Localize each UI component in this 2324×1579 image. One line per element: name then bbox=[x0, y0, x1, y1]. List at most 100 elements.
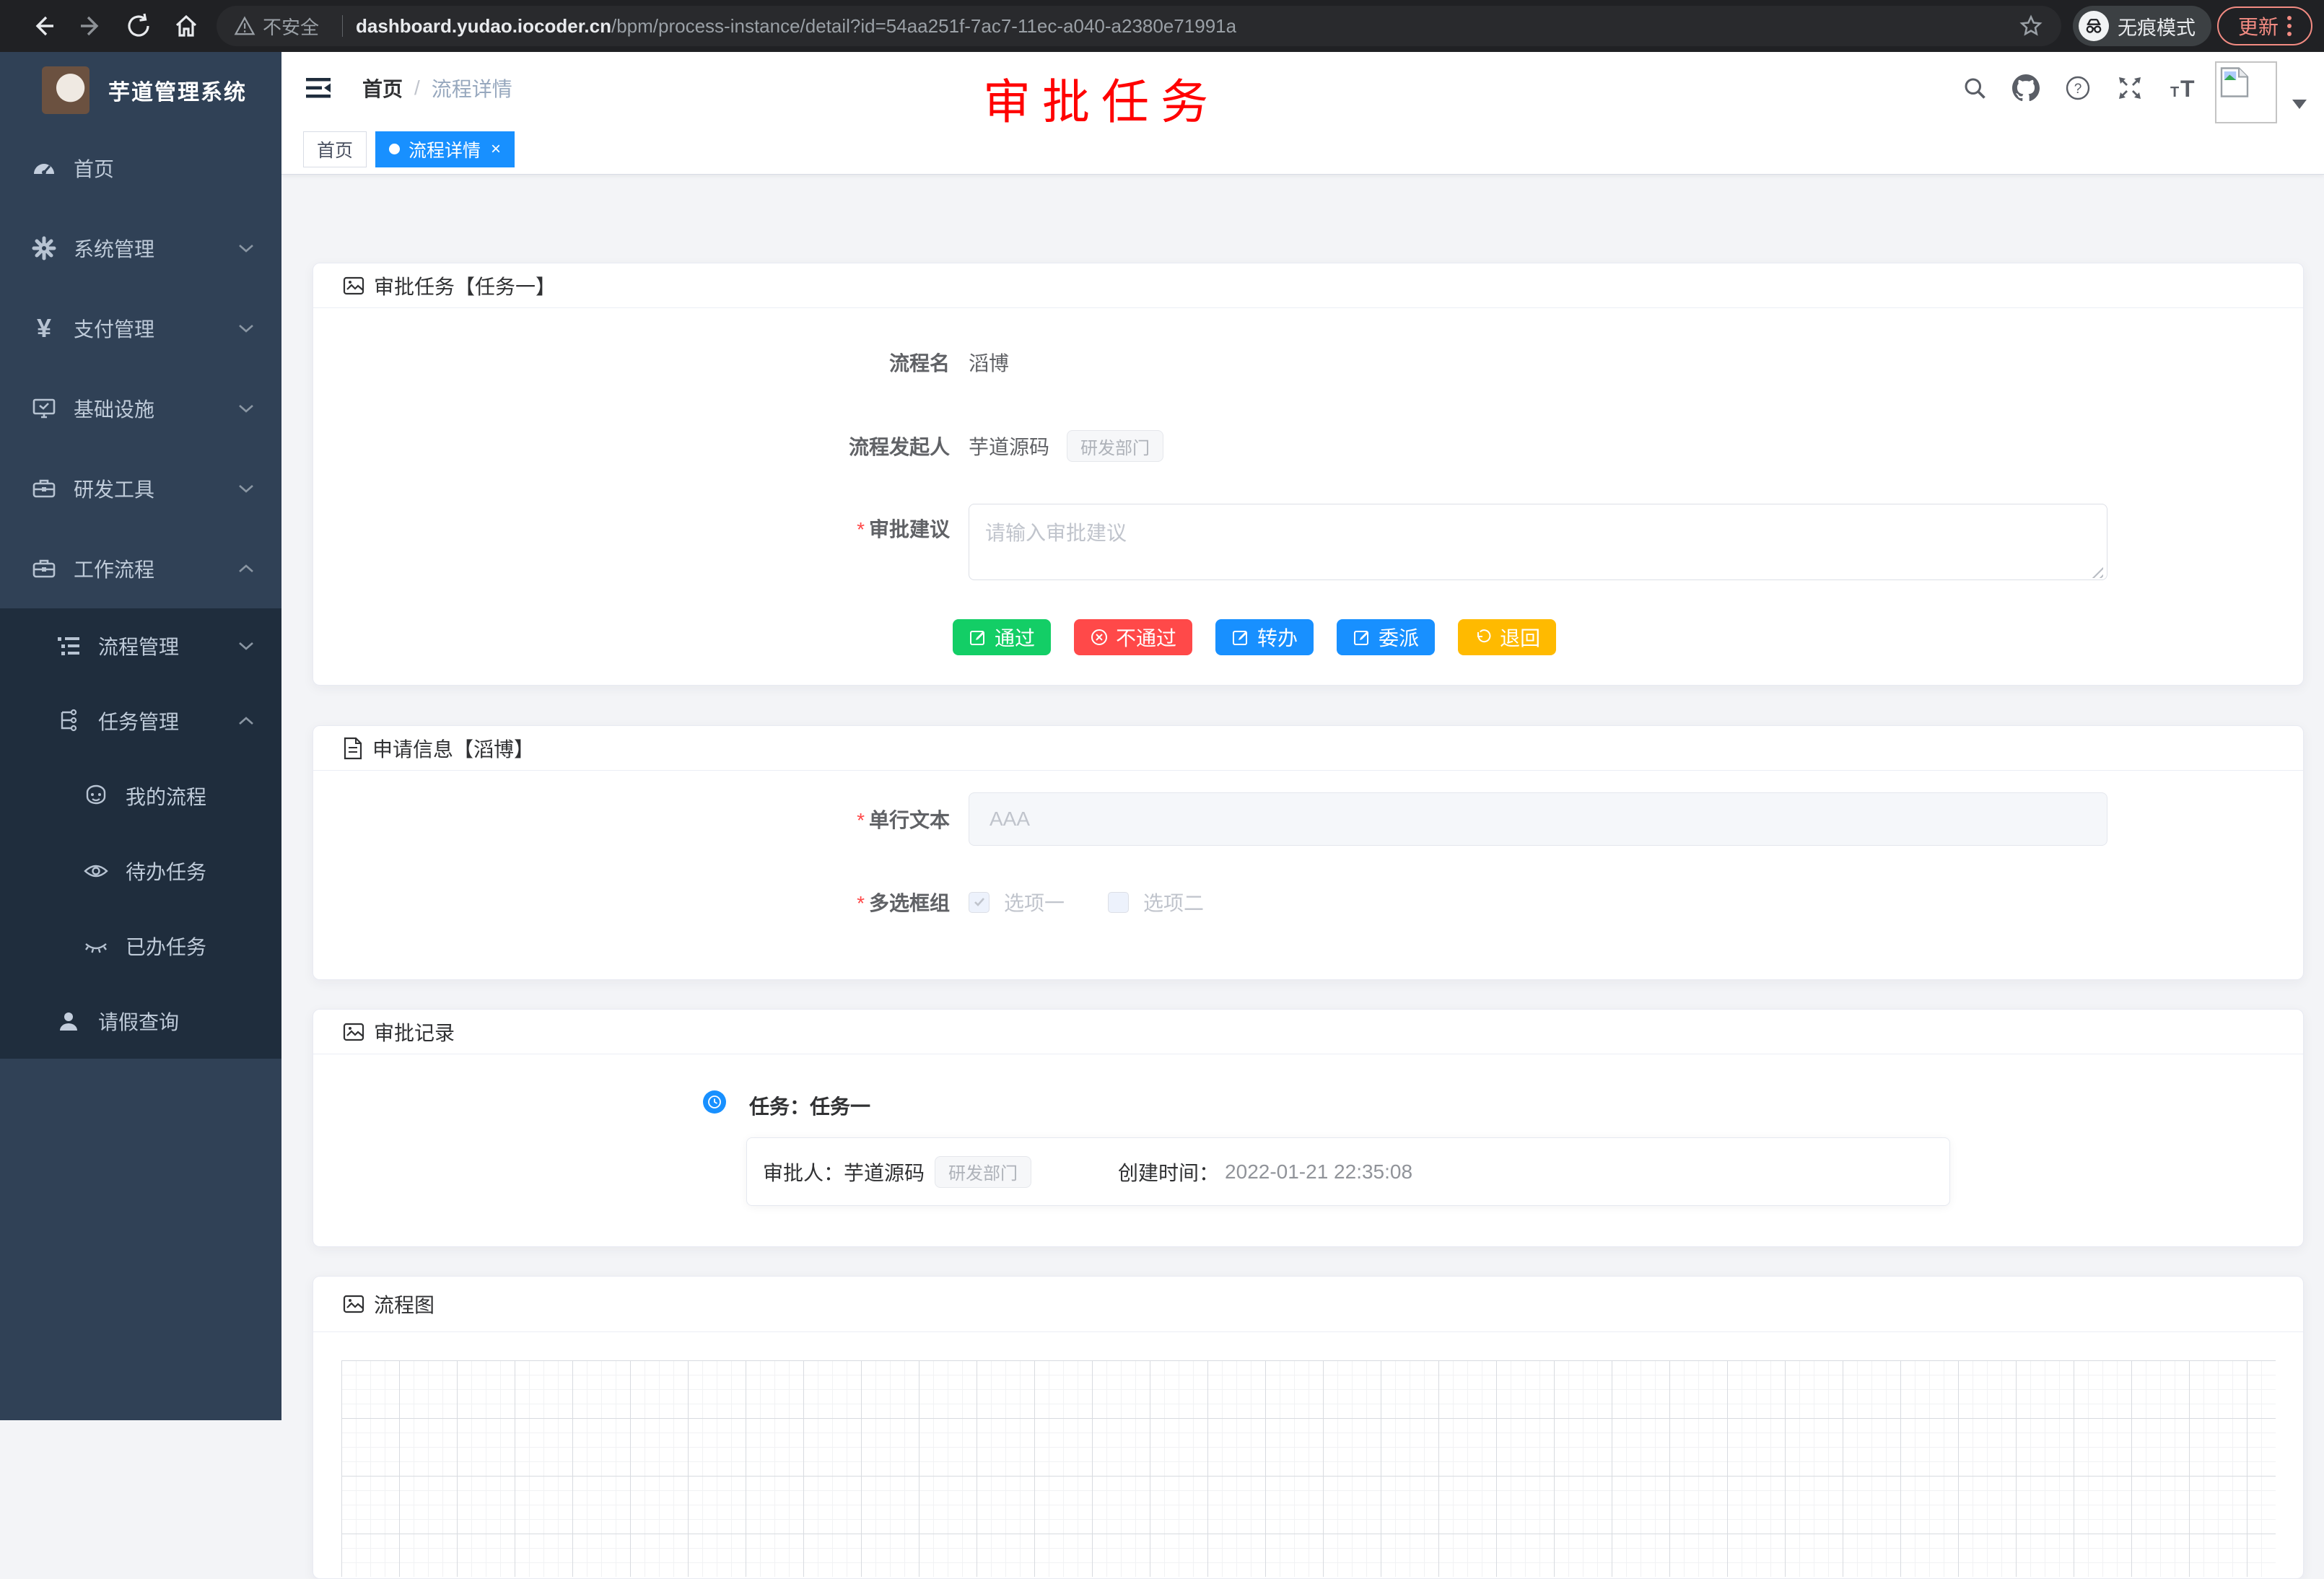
card-header: 审批记录 bbox=[313, 1010, 2303, 1054]
sidebar-item-label: 待办任务 bbox=[126, 857, 206, 885]
checkbox-checked-icon bbox=[969, 892, 990, 913]
address-bar[interactable]: 不安全 dashboard.yudao.iocoder.cn /bpm/proc… bbox=[217, 6, 2061, 46]
checkbox-group-label: 多选框组 bbox=[869, 892, 950, 914]
eye-open-icon bbox=[81, 858, 111, 884]
card-title: 流程图 bbox=[374, 1290, 434, 1318]
browser-toolbar: 不安全 dashboard.yudao.iocoder.cn /bpm/proc… bbox=[0, 0, 2324, 52]
browser-home-icon[interactable] bbox=[172, 12, 201, 40]
sidebar-item-home[interactable]: 首页 bbox=[0, 128, 281, 208]
record-detail-box: 审批人： 芋道源码 研发部门 创建时间： 2022-01-21 22:35:08 bbox=[746, 1137, 1950, 1206]
sidebar: 芋道管理系统 首页 系统管理 ¥ 支付管理 基础设施 研发工具 工作流程 流程管… bbox=[0, 52, 281, 1420]
document-icon bbox=[342, 737, 364, 760]
card-title: 审批任务【任务一】 bbox=[374, 271, 556, 300]
incognito-label: 无痕模式 bbox=[2118, 12, 2196, 40]
svg-text:?: ? bbox=[2074, 82, 2082, 97]
required-asterisk: * bbox=[857, 518, 865, 541]
card-header: 审批任务【任务一】 bbox=[313, 263, 2303, 308]
sidebar-item-label: 研发工具 bbox=[74, 474, 154, 503]
edit-icon bbox=[969, 628, 987, 647]
checkbox-option-label: 选项二 bbox=[1143, 888, 1204, 917]
card-header: 流程图 bbox=[313, 1277, 2303, 1332]
checkbox-unchecked-icon bbox=[1108, 892, 1129, 913]
comment-textarea-wrap bbox=[969, 504, 2107, 585]
broken-image-icon bbox=[2219, 66, 2250, 99]
browser-menu-icon[interactable] bbox=[2287, 16, 2292, 36]
github-icon[interactable] bbox=[2012, 74, 2040, 102]
checkbox-group-row: *多选框组 选项一 选项二 bbox=[313, 880, 2303, 924]
process-name-row: 流程名 滔博 bbox=[313, 337, 2303, 388]
chevron-up-icon bbox=[237, 714, 255, 727]
svg-text:T: T bbox=[2180, 76, 2195, 102]
sidebar-item-my-process[interactable]: 我的流程 bbox=[0, 758, 281, 834]
process-name-label: 流程名 bbox=[313, 348, 969, 377]
browser-forward-icon[interactable] bbox=[77, 12, 105, 40]
comment-textarea[interactable] bbox=[969, 504, 2107, 580]
created-label: 创建时间： bbox=[1118, 1158, 1219, 1186]
checkbox-option-label: 选项一 bbox=[1004, 888, 1065, 917]
comment-label-wrap: *审批建议 bbox=[313, 504, 969, 543]
bpmn-grid-canvas[interactable] bbox=[341, 1360, 2276, 1577]
tab-home[interactable]: 首页 bbox=[303, 131, 367, 167]
sidebar-item-leave-query[interactable]: 请假查询 bbox=[0, 984, 281, 1059]
reject-button[interactable]: 不通过 bbox=[1074, 619, 1192, 655]
initiator-label: 流程发起人 bbox=[313, 432, 969, 460]
avatar-broken-image[interactable] bbox=[2215, 61, 2277, 123]
checkbox-option-2[interactable]: 选项二 bbox=[1108, 888, 1204, 917]
transfer-button[interactable]: 转办 bbox=[1215, 619, 1314, 655]
approve-record-card: 审批记录 任务：任务一 审批人： 芋道源码 研发部门 创建时间： 2022-01… bbox=[313, 1009, 2304, 1247]
sidebar-item-workflow[interactable]: 工作流程 bbox=[0, 528, 281, 608]
breadcrumb-home[interactable]: 首页 bbox=[362, 74, 403, 102]
single-text-input[interactable] bbox=[969, 792, 2107, 846]
browser-back-icon[interactable] bbox=[29, 12, 58, 40]
button-label: 不通过 bbox=[1116, 623, 1176, 652]
sidebar-item-payment[interactable]: ¥ 支付管理 bbox=[0, 288, 281, 368]
chevron-up-icon bbox=[237, 562, 255, 575]
return-button[interactable]: 退回 bbox=[1458, 619, 1556, 655]
circle-close-icon bbox=[1090, 628, 1109, 647]
button-label: 转办 bbox=[1257, 623, 1298, 652]
sidebar-item-process-mgmt[interactable]: 流程管理 bbox=[0, 608, 281, 683]
timeline-clock-icon bbox=[703, 1090, 726, 1114]
avatar-caret-icon[interactable] bbox=[2292, 100, 2307, 109]
approve-button[interactable]: 通过 bbox=[953, 619, 1051, 655]
bookmark-star-icon[interactable] bbox=[2018, 13, 2044, 39]
help-icon[interactable]: ? bbox=[2064, 74, 2092, 102]
yen-icon: ¥ bbox=[29, 313, 59, 344]
app-logo-row[interactable]: 芋道管理系统 bbox=[0, 52, 281, 128]
not-secure-warning-icon bbox=[234, 15, 255, 37]
checkbox-option-1[interactable]: 选项一 bbox=[969, 888, 1065, 917]
sidebar-item-label: 基础设施 bbox=[74, 394, 154, 423]
sidebar-item-system[interactable]: 系统管理 bbox=[0, 208, 281, 288]
sidebar-item-done-tasks[interactable]: 已办任务 bbox=[0, 909, 281, 984]
monitor-icon bbox=[29, 395, 59, 421]
dept-tag: 研发部门 bbox=[935, 1156, 1031, 1188]
sidebar-item-task-mgmt[interactable]: 任务管理 bbox=[0, 683, 281, 758]
sidebar-item-infrastructure[interactable]: 基础设施 bbox=[0, 368, 281, 448]
tab-close-icon[interactable]: × bbox=[491, 139, 501, 159]
fullscreen-icon[interactable] bbox=[2116, 74, 2144, 102]
sidebar-item-label: 任务管理 bbox=[98, 707, 179, 735]
search-icon[interactable] bbox=[1962, 75, 1988, 101]
toolbox-icon bbox=[29, 476, 59, 502]
button-label: 退回 bbox=[1500, 623, 1540, 652]
tab-label: 流程详情 bbox=[409, 136, 481, 162]
url-host: dashboard.yudao.iocoder.cn bbox=[356, 15, 611, 38]
button-label: 通过 bbox=[995, 623, 1035, 652]
required-asterisk: * bbox=[857, 892, 865, 914]
edit-icon bbox=[1353, 628, 1371, 647]
delegate-button[interactable]: 委派 bbox=[1337, 619, 1435, 655]
process-diagram-card: 流程图 bbox=[313, 1276, 2304, 1579]
browser-update-button[interactable]: 更新 bbox=[2217, 6, 2312, 45]
card-title: 审批记录 bbox=[374, 1018, 455, 1046]
gear-icon bbox=[29, 235, 59, 261]
sidebar-item-todo-tasks[interactable]: 待办任务 bbox=[0, 834, 281, 909]
tab-process-detail[interactable]: 流程详情 × bbox=[375, 131, 515, 167]
sidebar-collapse-icon[interactable] bbox=[303, 73, 333, 103]
svg-text:T: T bbox=[2170, 84, 2179, 100]
font-size-icon[interactable]: TT bbox=[2168, 74, 2198, 102]
browser-reload-icon[interactable] bbox=[124, 12, 153, 40]
incognito-badge: 无痕模式 bbox=[2073, 6, 2211, 46]
dashboard-icon bbox=[29, 155, 59, 181]
sidebar-item-devtools[interactable]: 研发工具 bbox=[0, 448, 281, 528]
flow-tree-icon bbox=[53, 709, 84, 733]
